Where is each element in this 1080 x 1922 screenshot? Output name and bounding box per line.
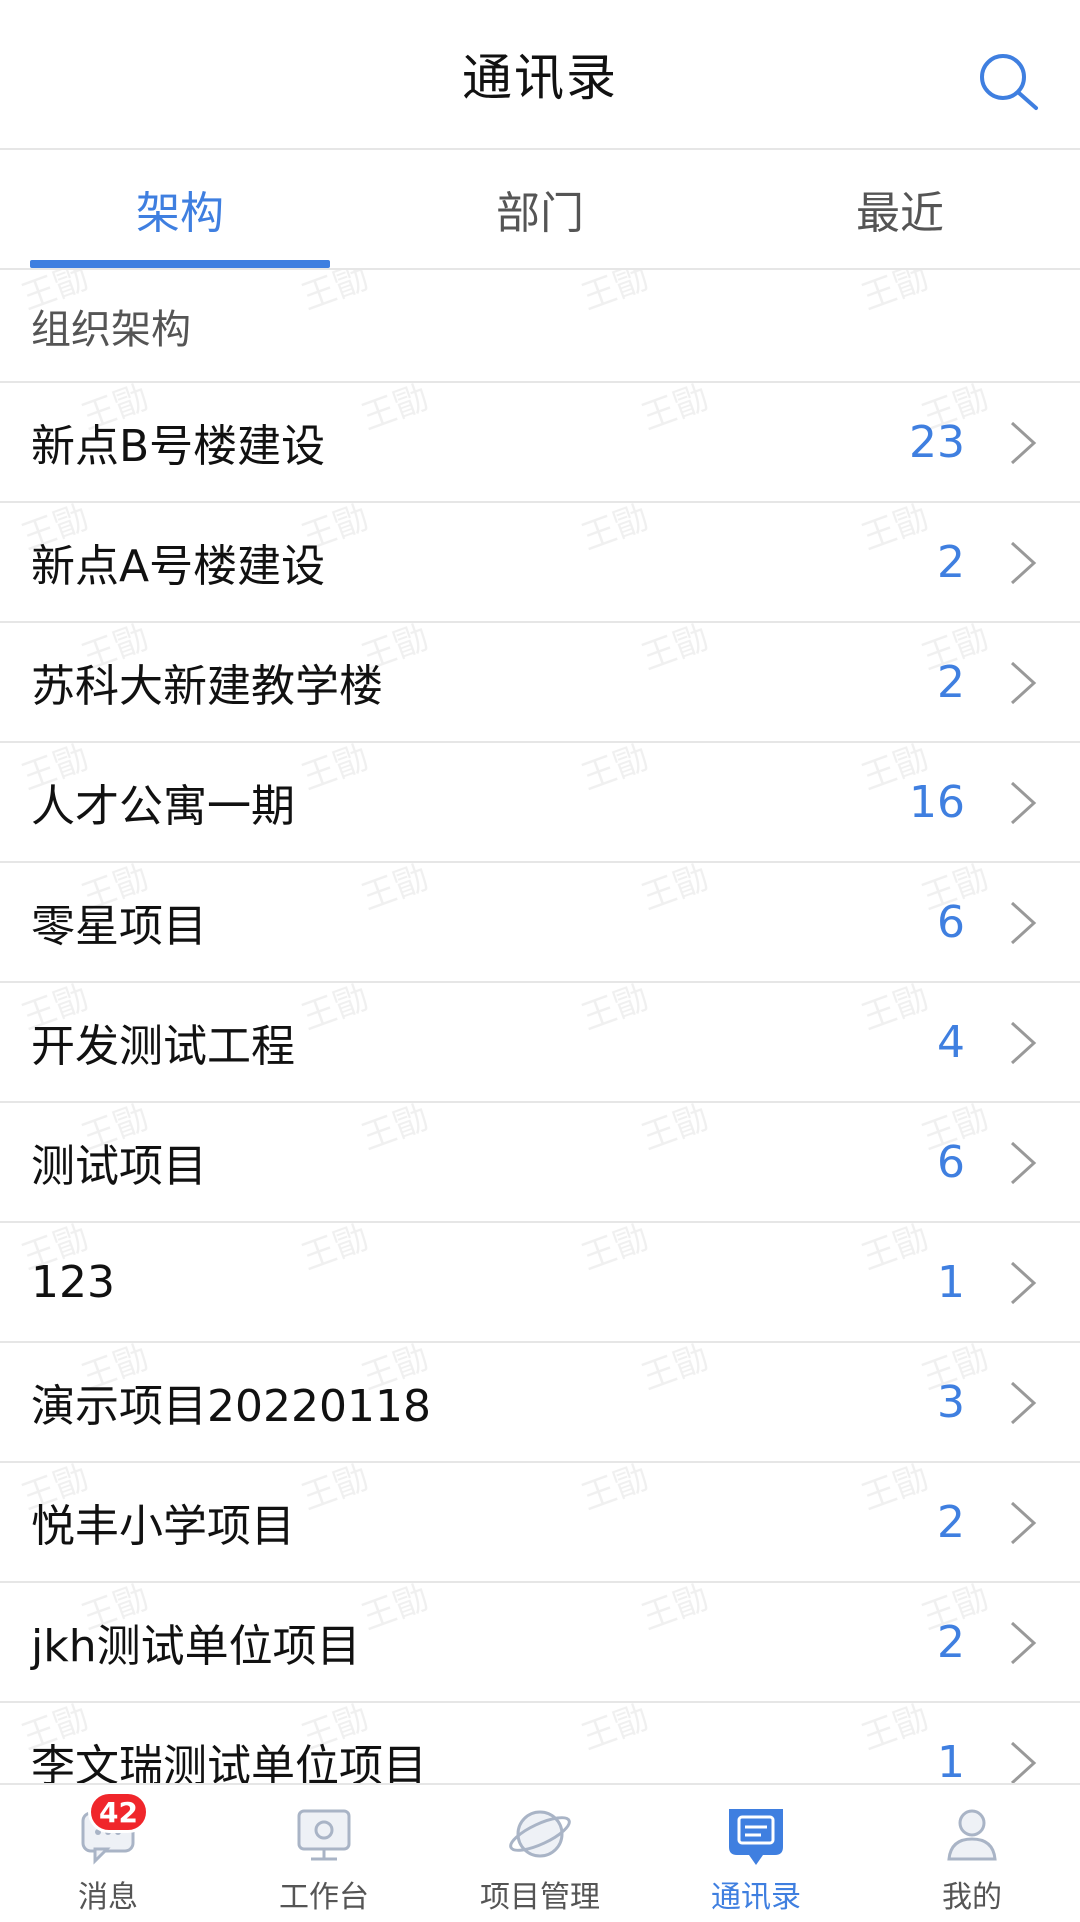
chevron-right-icon	[1010, 1381, 1037, 1425]
profile-icon	[947, 1809, 997, 1861]
tab-structure[interactable]: 架构	[30, 150, 330, 268]
nav-workbench[interactable]: 工作台	[216, 1785, 432, 1922]
item-name: 苏科大新建教学楼	[31, 661, 383, 712]
chevron-right-icon	[1010, 781, 1037, 825]
bottom-navigation: 42 消息 工作台 项目管理 通讯录 我的	[0, 1783, 1080, 1920]
chevron-right-icon	[1010, 541, 1037, 585]
tab-department[interactable]: 部门	[390, 150, 690, 268]
search-button[interactable]	[972, 46, 1044, 118]
list-item[interactable]: 测试项目 6	[0, 1103, 1080, 1223]
project-management-icon	[509, 1810, 571, 1858]
item-name: 李文瑞测试单位项目	[31, 1741, 427, 1783]
list-item[interactable]: 零星项目 6	[0, 863, 1080, 983]
chevron-right-icon	[1010, 421, 1037, 465]
list-item[interactable]: 李文瑞测试单位项目 1	[0, 1703, 1080, 1783]
tab-recent[interactable]: 最近	[750, 150, 1050, 268]
search-icon	[980, 54, 1038, 110]
list-item[interactable]: 123 1	[0, 1223, 1080, 1343]
item-count: 1	[937, 1736, 965, 1784]
item-name: 123	[31, 1256, 115, 1308]
unread-badge: 42	[88, 1791, 149, 1833]
workbench-icon	[297, 1809, 351, 1861]
list-item[interactable]: 开发测试工程 4	[0, 983, 1080, 1103]
tab-bar: 架构 部门 最近	[0, 150, 1080, 270]
nav-project-management[interactable]: 项目管理	[432, 1785, 648, 1922]
list-item[interactable]: 苏科大新建教学楼 2	[0, 623, 1080, 743]
item-count: 4	[937, 1016, 965, 1068]
list-item[interactable]: 演示项目20220118 3	[0, 1343, 1080, 1463]
list-item[interactable]: 人才公寓一期 16	[0, 743, 1080, 863]
chevron-right-icon	[1010, 1261, 1037, 1305]
chevron-right-icon	[1010, 1021, 1037, 1065]
item-count: 6	[937, 1136, 965, 1188]
item-name: jkh测试单位项目	[31, 1621, 361, 1672]
item-name: 新点B号楼建设	[31, 421, 326, 472]
item-name: 悦丰小学项目	[31, 1501, 295, 1552]
list-item[interactable]: 新点B号楼建设 23	[0, 383, 1080, 503]
header: 通讯录	[0, 0, 1080, 150]
nav-label: 我的	[942, 1880, 1002, 1915]
item-count: 2	[937, 656, 965, 708]
section-label: 组织架构	[0, 270, 1080, 383]
item-name: 零星项目	[31, 901, 207, 952]
nav-messages[interactable]: 42 消息	[0, 1785, 216, 1922]
page-title: 通讯录	[462, 49, 618, 107]
item-count: 3	[937, 1376, 965, 1428]
list-item[interactable]: 新点A号楼建设 2	[0, 503, 1080, 623]
item-count: 1	[937, 1256, 965, 1308]
item-name: 开发测试工程	[31, 1021, 295, 1072]
item-count: 23	[909, 416, 965, 468]
item-count: 16	[909, 776, 965, 828]
chevron-right-icon	[1010, 1501, 1037, 1545]
chevron-right-icon	[1010, 1141, 1037, 1185]
item-name: 测试项目	[31, 1141, 207, 1192]
item-count: 2	[937, 536, 965, 588]
nav-label: 项目管理	[480, 1880, 600, 1915]
organization-list: 新点B号楼建设 23 新点A号楼建设 2 苏科大新建教学楼 2 人才公寓一期 1…	[0, 383, 1080, 1783]
item-name: 演示项目20220118	[31, 1381, 431, 1432]
item-name: 新点A号楼建设	[31, 541, 326, 592]
item-count: 2	[937, 1616, 965, 1668]
nav-profile[interactable]: 我的	[864, 1785, 1080, 1922]
item-count: 6	[937, 896, 965, 948]
chevron-right-icon	[1010, 901, 1037, 945]
list-item[interactable]: jkh测试单位项目 2	[0, 1583, 1080, 1703]
list-item[interactable]: 悦丰小学项目 2	[0, 1463, 1080, 1583]
item-count: 2	[937, 1496, 965, 1548]
nav-label: 工作台	[279, 1880, 369, 1915]
item-name: 人才公寓一期	[31, 781, 295, 832]
chevron-right-icon	[1010, 1621, 1037, 1665]
nav-contacts[interactable]: 通讯录	[648, 1785, 864, 1922]
chevron-right-icon	[1010, 1741, 1037, 1783]
nav-label: 通讯录	[711, 1880, 801, 1915]
chevron-right-icon	[1010, 661, 1037, 705]
nav-label: 消息	[78, 1880, 138, 1915]
contacts-icon	[729, 1809, 783, 1865]
active-tab-indicator	[30, 260, 330, 268]
